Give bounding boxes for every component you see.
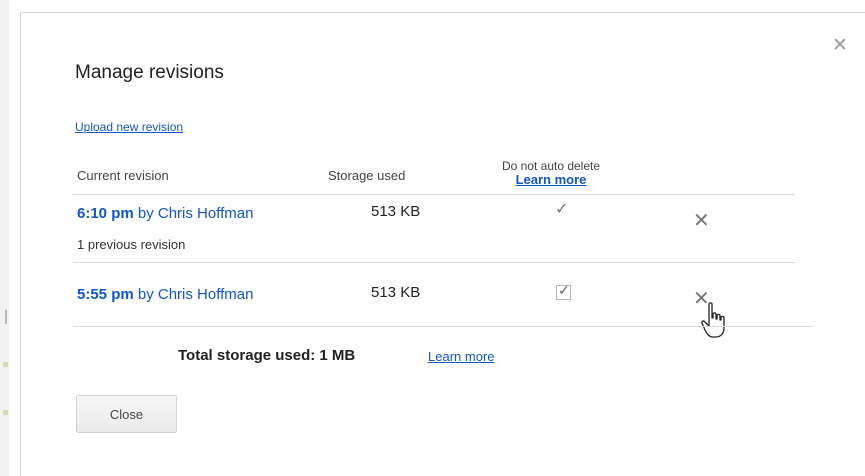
screen: ✕ Manage revisions Upload new revision C…	[0, 0, 865, 476]
revision-author: by Chris Hoffman	[137, 205, 254, 222]
hand-cursor-icon	[701, 302, 725, 338]
background-mark	[5, 310, 7, 324]
previous-revisions-note: 1 previous revision	[77, 237, 186, 252]
upload-new-revision-link[interactable]: Upload new revision	[75, 120, 183, 134]
divider	[73, 194, 795, 195]
close-button[interactable]: Close	[76, 395, 177, 433]
divider	[73, 326, 813, 327]
header-current-revision: Current revision	[77, 168, 169, 183]
do-not-auto-delete-checkbox[interactable]: ✓	[556, 282, 571, 300]
revision-row-2-link[interactable]: 5:55 pm by Chris Hoffman	[77, 286, 253, 303]
revision-time: 5:55 pm	[77, 286, 134, 303]
close-icon[interactable]: ✕	[832, 36, 848, 55]
header-storage-used: Storage used	[328, 168, 406, 183]
header-do-not-auto-delete-label: Do not auto delete	[501, 159, 601, 173]
total-storage-used: Total storage used: 1 MB	[178, 347, 356, 364]
revision-author: by Chris Hoffman	[137, 286, 254, 303]
checkbox-checked-icon: ✓	[558, 282, 570, 298]
header-learn-more-link[interactable]: Learn more	[480, 173, 622, 187]
revision-size: 513 KB	[371, 284, 421, 301]
revision-row-1-link[interactable]: 6:10 pm by Chris Hoffman	[77, 205, 253, 222]
divider	[73, 262, 795, 263]
background-page-edge	[0, 0, 9, 476]
delete-revision-icon[interactable]: ✕	[693, 211, 710, 231]
background-mark	[3, 410, 8, 415]
checkmark-icon[interactable]: ✓	[555, 199, 568, 219]
revision-time: 6:10 pm	[77, 205, 134, 222]
header-do-not-auto-delete: Do not auto delete Learn more	[480, 159, 622, 187]
revision-size: 513 KB	[371, 203, 421, 220]
total-learn-more-link[interactable]: Learn more	[428, 349, 494, 364]
background-mark	[3, 362, 8, 367]
dialog-title: Manage revisions	[75, 62, 224, 83]
